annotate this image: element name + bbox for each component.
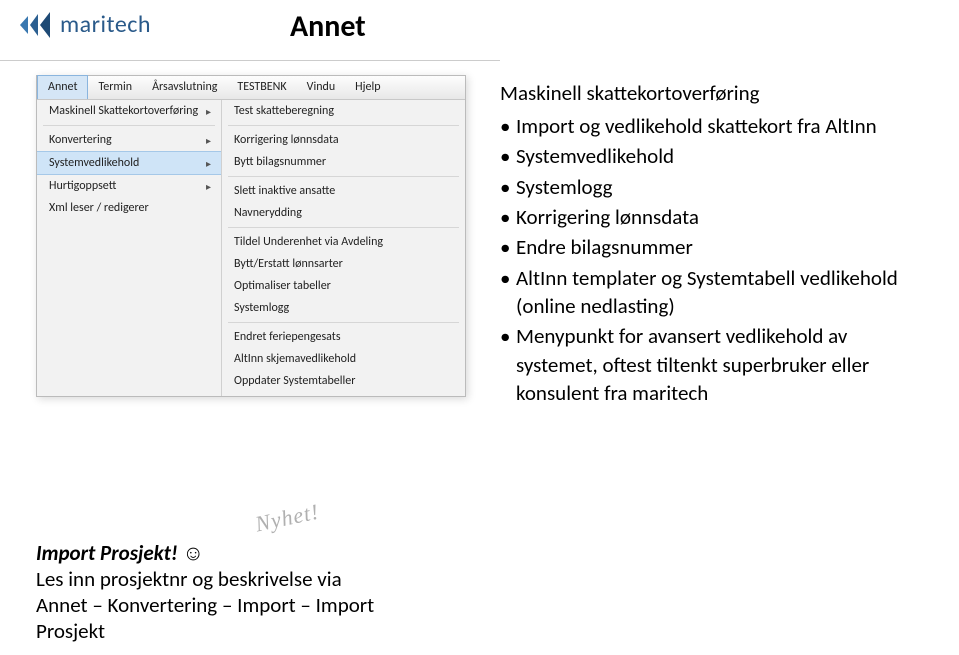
page-title: Annet bbox=[290, 8, 366, 45]
chevron-right-icon: ▸ bbox=[206, 180, 211, 193]
right-menu-item[interactable]: Endret feriepengesats bbox=[222, 326, 465, 348]
content-block: Maskinell skattekortoverføring Import og… bbox=[500, 80, 930, 409]
chevron-right-icon: ▸ bbox=[206, 157, 211, 170]
right-menu-item[interactable]: Oppdater Systemtabeller bbox=[222, 370, 465, 392]
right-menu-item-label: Optimaliser tabeller bbox=[234, 279, 331, 293]
right-menu-item-label: Systemlogg bbox=[234, 301, 289, 315]
divider bbox=[0, 60, 500, 61]
left-menu-item[interactable]: Systemvedlikehold ▸ bbox=[37, 151, 221, 175]
content-bullet: Endre bilagsnummer bbox=[500, 233, 930, 261]
left-menu-item[interactable]: Hurtigoppsett ▸ bbox=[37, 175, 221, 197]
chevron-right-icon: ▸ bbox=[206, 134, 211, 147]
footer-line1: Les inn prosjektnr og beskrivelse via bbox=[36, 566, 342, 592]
left-menu-item[interactable]: Konvertering ▸ bbox=[37, 129, 221, 151]
smiley-icon: ☺ bbox=[183, 540, 204, 566]
right-menu-item[interactable]: Slett inaktive ansatte bbox=[222, 180, 465, 202]
menubar: AnnetTerminÅrsavslutningTESTBENKVinduHje… bbox=[37, 76, 465, 100]
right-menu-item-label: Test skatteberegning bbox=[234, 104, 334, 118]
footer-line2: Annet – Konvertering – Import – Import P… bbox=[36, 592, 374, 644]
menu-column-right: Test skatteberegning Korrigering lønnsdat… bbox=[222, 100, 465, 396]
left-menu-item-label: Hurtigoppsett bbox=[49, 179, 116, 193]
right-menu-item-label: Slett inaktive ansatte bbox=[234, 184, 335, 198]
brand-name: maritech bbox=[60, 10, 151, 39]
right-menu-item-label: Endret feriepengesats bbox=[234, 330, 341, 344]
right-menu-item[interactable]: Navnerydding bbox=[222, 202, 465, 224]
left-menu-separator bbox=[43, 125, 215, 126]
right-menu-item[interactable]: Bytt/Erstatt lønnsarter bbox=[222, 253, 465, 275]
content-bullet: Korrigering lønnsdata bbox=[500, 203, 930, 231]
app-menu-window: AnnetTerminÅrsavslutningTESTBENKVinduHje… bbox=[36, 75, 466, 397]
right-menu-item-label: Oppdater Systemtabeller bbox=[234, 374, 355, 388]
left-menu-item-label: Systemvedlikehold bbox=[49, 156, 139, 170]
right-menu-item-label: Bytt/Erstatt lønnsarter bbox=[234, 257, 343, 271]
content-bullet: Import og vedlikehold skattekort fra Alt… bbox=[500, 112, 930, 140]
right-menu-separator bbox=[228, 176, 459, 177]
right-menu-item[interactable]: Optimaliser tabeller bbox=[222, 275, 465, 297]
content-bullet: Systemlogg bbox=[500, 173, 930, 201]
right-menu-item-label: Navnerydding bbox=[234, 206, 302, 220]
left-menu-item[interactable]: Maskinell Skattekortoverføring ▸ bbox=[37, 100, 221, 122]
chevron-right-icon: ▸ bbox=[206, 105, 211, 118]
left-menu-item-label: Konvertering bbox=[49, 133, 112, 147]
footer-title: Import Prosjekt! bbox=[36, 540, 178, 566]
right-menu-separator bbox=[228, 125, 459, 126]
right-menu-item[interactable]: Bytt bilagsnummer bbox=[222, 151, 465, 173]
brand-logo: maritech bbox=[20, 10, 151, 39]
content-bullet: AltInn templater og Systemtabell vedlike… bbox=[500, 264, 930, 321]
left-menu-item-label: Maskinell Skattekortoverføring bbox=[49, 104, 198, 118]
menubar-item-vindu[interactable]: Vindu bbox=[297, 76, 345, 99]
left-menu-item-label: Xml leser / redigerer bbox=[49, 201, 149, 215]
content-list: Import og vedlikehold skattekort fra Alt… bbox=[500, 112, 930, 407]
menubar-item-hjelp[interactable]: Hjelp bbox=[345, 76, 390, 99]
footer-note: Import Prosjekt! ☺ Les inn prosjektnr og… bbox=[36, 540, 436, 644]
right-menu-item[interactable]: Test skatteberegning bbox=[222, 100, 465, 122]
logo-icon bbox=[20, 12, 54, 38]
right-menu-item[interactable]: Tildel Underenhet via Avdeling bbox=[222, 231, 465, 253]
content-bullet: Systemvedlikehold bbox=[500, 142, 930, 170]
right-menu-separator bbox=[228, 322, 459, 323]
menubar-item-annet[interactable]: Annet bbox=[37, 75, 88, 99]
right-menu-separator bbox=[228, 227, 459, 228]
menubar-item-årsavslutning[interactable]: Årsavslutning bbox=[142, 76, 227, 99]
right-menu-item[interactable]: Korrigering lønnsdata bbox=[222, 129, 465, 151]
right-menu-item-label: Bytt bilagsnummer bbox=[234, 155, 326, 169]
dropdown-body: Maskinell Skattekortoverføring▸Konverter… bbox=[37, 100, 465, 396]
right-menu-item-label: AltInn skjemavedlikehold bbox=[234, 352, 356, 366]
right-menu-item-label: Tildel Underenhet via Avdeling bbox=[234, 235, 383, 249]
menubar-item-testbenk[interactable]: TESTBENK bbox=[227, 76, 296, 99]
right-menu-item-label: Korrigering lønnsdata bbox=[234, 133, 339, 147]
right-menu-item[interactable]: Systemlogg bbox=[222, 297, 465, 319]
content-bullet: Menypunkt for avansert vedlikehold av sy… bbox=[500, 322, 930, 407]
menu-column-left: Maskinell Skattekortoverføring▸Konverter… bbox=[37, 100, 222, 396]
content-heading: Maskinell skattekortoverføring bbox=[500, 80, 930, 106]
nyhet-stamp: Nyhet! bbox=[253, 499, 322, 538]
right-menu-item[interactable]: AltInn skjemavedlikehold bbox=[222, 348, 465, 370]
menubar-item-termin[interactable]: Termin bbox=[88, 76, 142, 99]
left-menu-item[interactable]: Xml leser / redigerer bbox=[37, 197, 221, 219]
